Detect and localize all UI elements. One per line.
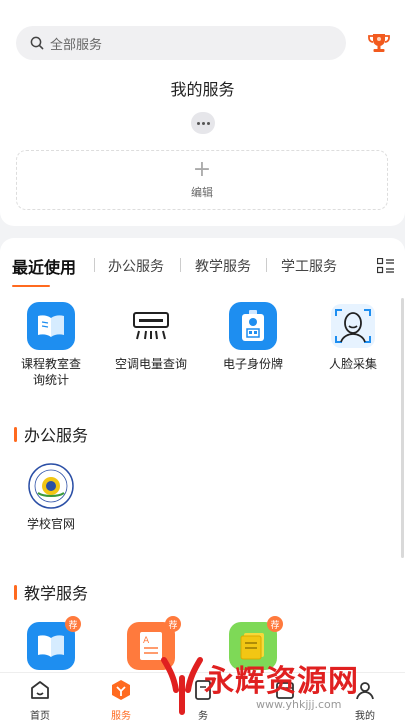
section-marker <box>14 584 17 600</box>
book-icon <box>27 302 75 350</box>
teaching-section-title: 教学服务 <box>14 580 88 604</box>
services-panel: 最近使用 办公服务 教学服务 学工服务 课程教室查询统计 空调电量查询 电子身份… <box>0 238 405 720</box>
app-ac-power[interactable]: 空调电量查询 <box>106 302 196 372</box>
recommend-badge: 荐 <box>65 616 81 632</box>
app-label: 空调电量查询 <box>114 357 187 371</box>
section-title-text: 办公服务 <box>24 426 89 445</box>
face-scan-icon <box>329 302 377 350</box>
tab-divider <box>180 258 181 272</box>
my-services-title: 我的服务 <box>170 80 235 99</box>
home-icon <box>31 681 49 699</box>
search-bar[interactable]: 全部服务 <box>16 26 346 60</box>
recommend-badge: 荐 <box>267 616 283 632</box>
tab-divider <box>94 258 95 272</box>
section-marker <box>14 426 17 442</box>
book-icon: 荐 <box>27 616 81 670</box>
tab-divider <box>266 258 267 272</box>
search-placeholder: 全部服务 <box>50 37 103 53</box>
category-menu-icon[interactable] <box>377 258 395 274</box>
app-label: 人脸采集 <box>328 357 377 371</box>
nav-services[interactable]: 服务 <box>96 679 146 720</box>
app-e-id-badge[interactable]: 电子身份牌 <box>208 302 298 372</box>
app-label: 学校官网 <box>26 517 75 531</box>
more-icon[interactable] <box>191 112 215 134</box>
air-conditioner-icon <box>127 302 175 350</box>
app-course-classroom[interactable]: 课程教室查询统计 <box>6 302 96 388</box>
edit-services-button[interactable]: + 编辑 <box>16 150 388 210</box>
office-section-title: 办公服务 <box>14 422 88 446</box>
app-label: 电子身份牌 <box>222 357 283 371</box>
tab-student-affairs[interactable]: 学工服务 <box>281 256 337 276</box>
app-school-website[interactable]: 学校官网 <box>6 462 96 532</box>
recommend-badge: 荐 <box>165 616 181 632</box>
active-tab-indicator <box>12 285 50 287</box>
app-face-capture[interactable]: 人脸采集 <box>308 302 398 372</box>
edit-label: 编辑 <box>191 186 213 199</box>
trophy-icon[interactable] <box>366 30 392 56</box>
section-title-text: 教学服务 <box>24 584 89 603</box>
watermark-logo-icon <box>161 657 203 715</box>
app-label: 课程教室查询统计 <box>20 357 81 387</box>
tab-recent[interactable]: 最近使用 <box>12 254 76 278</box>
tab-office[interactable]: 办公服务 <box>108 256 164 276</box>
nav-label: 服务 <box>111 711 131 720</box>
school-logo-icon <box>27 462 75 510</box>
watermark-text: 永辉资源网 <box>204 664 359 699</box>
app-teaching-1[interactable]: 荐 <box>6 616 96 670</box>
search-icon <box>30 36 44 50</box>
plus-icon: + <box>192 157 212 182</box>
service-cube-icon <box>112 680 130 700</box>
watermark-url: www.yhkjjj.com <box>256 698 342 711</box>
nav-label: 首页 <box>30 711 50 720</box>
svg-text:A: A <box>143 636 150 646</box>
site-watermark: 永辉资源网 www.yhkjjj.com <box>160 650 400 720</box>
tab-teaching[interactable]: 教学服务 <box>195 256 251 276</box>
category-tabs: 最近使用 办公服务 教学服务 学工服务 <box>0 252 405 292</box>
nav-home[interactable]: 首页 <box>15 679 65 720</box>
my-services-card: 全部服务 我的服务 + 编辑 <box>0 0 405 226</box>
scrollbar[interactable] <box>401 298 404 558</box>
id-badge-icon <box>229 302 277 350</box>
